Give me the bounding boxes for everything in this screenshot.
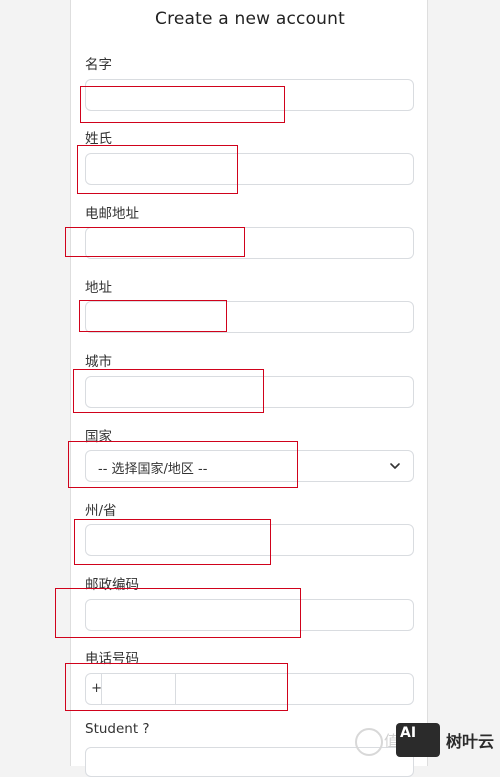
phone-country-code-input[interactable] [101, 673, 176, 705]
phone-label: 电话号码 [85, 651, 139, 667]
watermark-name: 树叶云 [445, 732, 494, 751]
page-title: Create a new account [155, 9, 345, 29]
registration-card: Create a new account 名字 姓氏 电邮地址 地址 城市 国家… [70, 0, 428, 777]
chevron-down-icon [390, 463, 400, 469]
state-label: 州/省 [85, 503, 117, 519]
watermark-logo-icon: AI [395, 723, 440, 757]
email-label: 电邮地址 [85, 206, 139, 222]
address-label: 地址 [85, 280, 112, 296]
watermark: AI 树叶云 [395, 720, 494, 760]
last-name-label: 姓氏 [85, 131, 112, 147]
country-select-value: -- 选择国家/地区 -- [98, 462, 208, 477]
address-input[interactable] [85, 301, 414, 333]
phone-plus-sign: + [91, 681, 102, 696]
country-select[interactable]: -- 选择国家/地区 -- [85, 450, 414, 482]
first-name-label: 名字 [85, 57, 112, 73]
student-label: Student ? [85, 721, 150, 737]
city-input[interactable] [85, 376, 414, 408]
last-name-input[interactable] [85, 153, 414, 185]
first-name-input[interactable] [85, 79, 414, 111]
phone-field-group: + [85, 673, 414, 705]
city-label: 城市 [85, 354, 112, 370]
phone-number-input[interactable] [176, 674, 413, 704]
email-input[interactable] [85, 227, 414, 259]
state-input[interactable] [85, 524, 414, 556]
country-label: 国家 [85, 429, 112, 445]
postal-code-input[interactable] [85, 599, 414, 631]
faint-watermark-icon [355, 728, 383, 756]
postal-code-label: 邮政编码 [85, 577, 139, 593]
